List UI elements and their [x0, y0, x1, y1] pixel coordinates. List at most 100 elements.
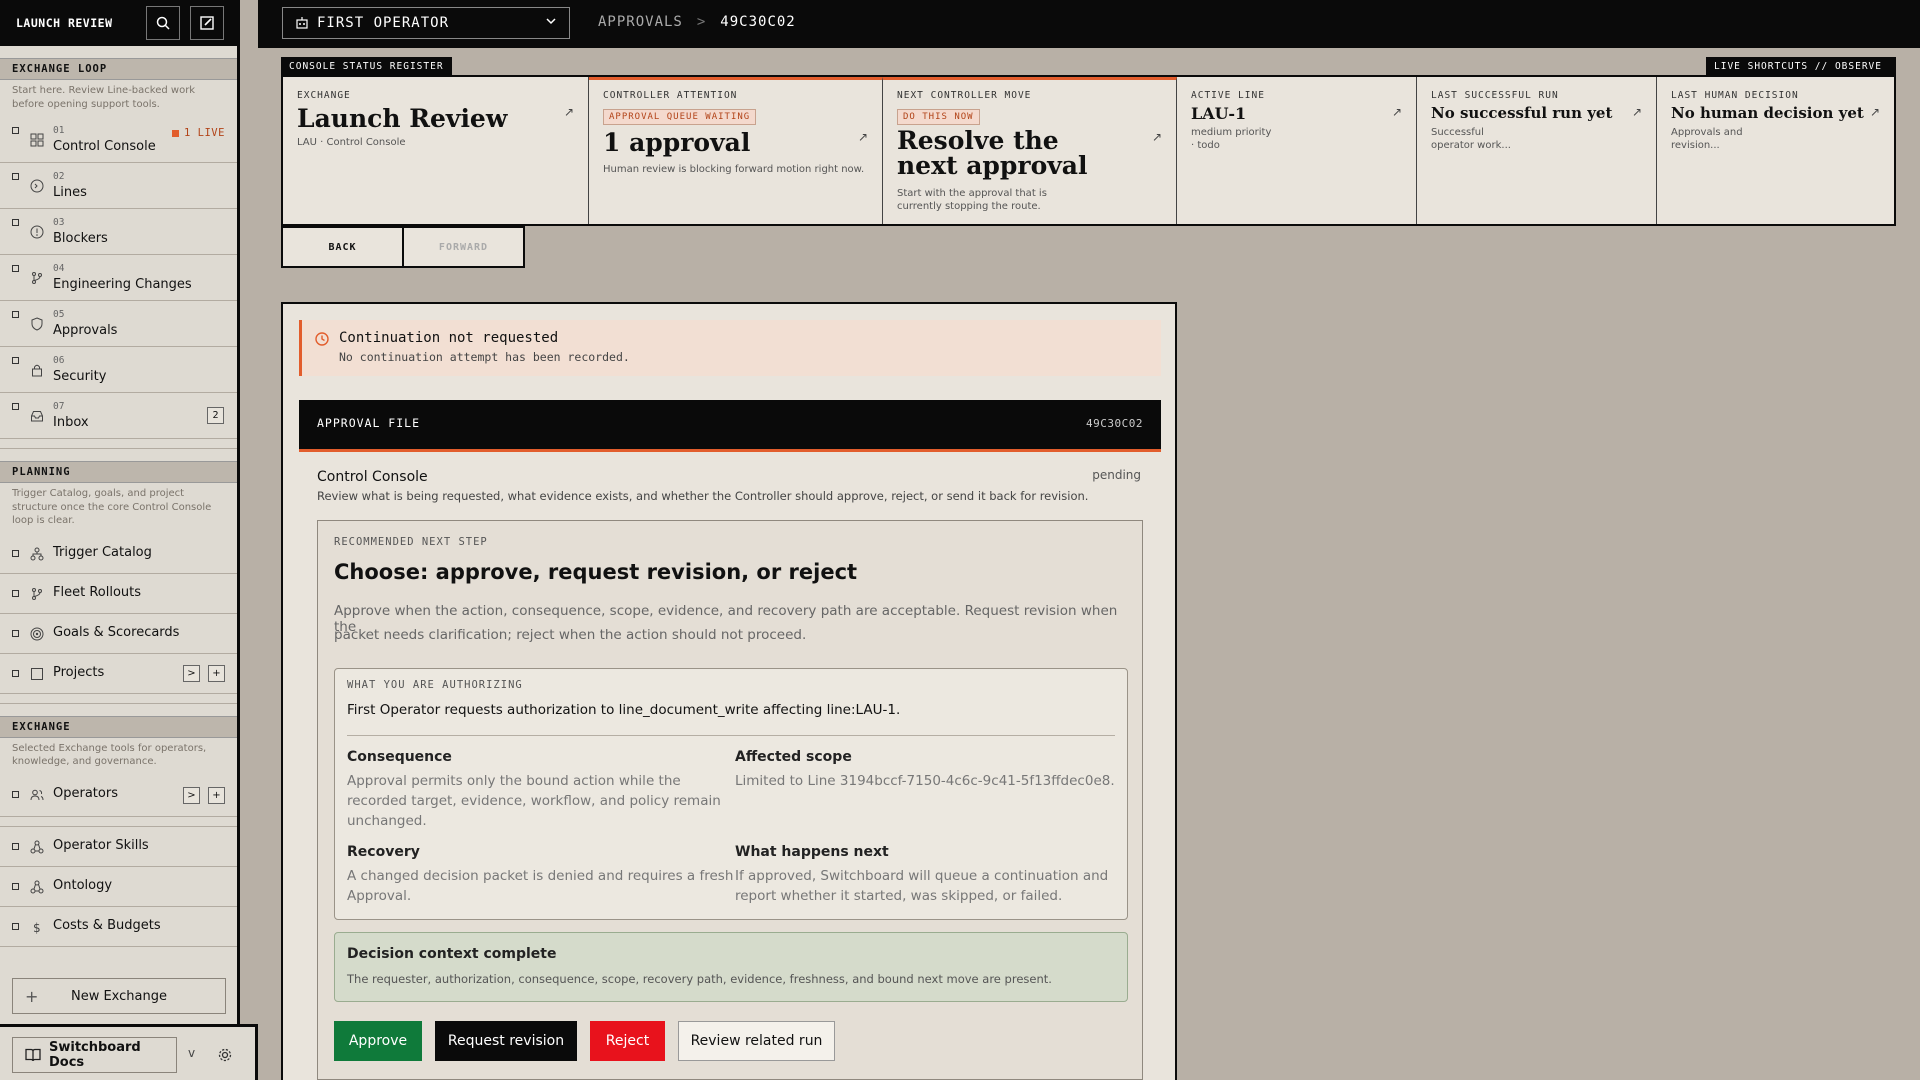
item-number: 07: [53, 401, 65, 412]
operators-expand-button[interactable]: >: [183, 786, 200, 804]
approval-title: Control Console: [317, 469, 428, 485]
clock-icon: [315, 331, 329, 350]
sidebar-item-security[interactable]: 06 Security: [0, 347, 237, 393]
git-branch-icon: [29, 586, 45, 602]
item-label: Goals & Scorecards: [53, 624, 180, 640]
sidebar-item-goals-scorecards[interactable]: Goals & Scorecards: [0, 614, 237, 654]
docs-button[interactable]: Switchboard Docs: [12, 1037, 177, 1073]
new-exchange-button[interactable]: + New Exchange: [12, 978, 226, 1014]
approval-file-header: APPROVAL FILE 49C30C02: [299, 400, 1161, 452]
sidebar-item-control-console[interactable]: 01 Control Console 1 LIVE: [0, 117, 237, 163]
external-arrow-icon: ↗: [1869, 105, 1880, 119]
gear-icon[interactable]: [217, 1047, 233, 1067]
item-number: 05: [53, 309, 65, 320]
search-icon: [156, 16, 170, 30]
square-icon: [29, 666, 45, 682]
sidebar-item-operators[interactable]: Operators > +: [0, 775, 237, 817]
projects-expand-button[interactable]: >: [183, 664, 200, 682]
approval-id: 49C30C02: [1086, 417, 1143, 430]
reject-button[interactable]: Reject: [590, 1021, 665, 1061]
robot-icon: [295, 16, 309, 34]
lock-icon: [29, 362, 45, 378]
book-icon: [25, 1048, 41, 1066]
card-key: LAST SUCCESSFUL RUN: [1431, 90, 1559, 101]
divider: [0, 439, 237, 449]
item-number: 01: [53, 125, 65, 136]
external-arrow-icon: ↗: [857, 130, 868, 144]
recommended-step-card: RECOMMENDED NEXT STEP Choose: approve, r…: [317, 520, 1143, 1080]
console-status-tag: CONSOLE STATUS REGISTER: [281, 57, 452, 75]
card-key: EXCHANGE: [297, 90, 351, 101]
sidebar-item-operator-skills[interactable]: Operator Skills: [0, 827, 237, 867]
operator-selector[interactable]: FIRST OPERATOR: [282, 7, 570, 39]
circle-arrow-icon: [29, 178, 45, 194]
sidebar-item-approvals[interactable]: 05 Approvals: [0, 301, 237, 347]
sidebar-item-lines[interactable]: 02 Lines: [0, 163, 237, 209]
next-line2: report whether it started, was skipped, …: [735, 888, 1063, 904]
operators-add-button[interactable]: +: [208, 786, 225, 804]
card-title-line2: next approval: [897, 151, 1088, 180]
sidebar-item-blockers[interactable]: 03 Blockers: [0, 209, 237, 255]
docs-caret[interactable]: v: [188, 1046, 195, 1060]
back-button[interactable]: BACK: [283, 228, 404, 266]
sidebar-item-trigger-catalog[interactable]: Trigger Catalog: [0, 534, 237, 574]
sidebar-item-projects[interactable]: Projects > +: [0, 654, 237, 694]
live-indicator: [172, 129, 179, 137]
register-last-decision-card[interactable]: LAST HUMAN DECISION No human decision ye…: [1657, 77, 1894, 224]
sidebar-item-engineering-changes[interactable]: 04 Engineering Changes: [0, 255, 237, 301]
approve-button[interactable]: Approve: [334, 1021, 422, 1061]
consequence-line3: unchanged.: [347, 813, 427, 829]
skills-icon: [29, 839, 45, 855]
bullet-square: [12, 173, 19, 180]
section-exchange: EXCHANGE: [0, 715, 237, 738]
bullet-square: [12, 790, 19, 798]
item-label: Blockers: [53, 231, 108, 246]
card-key: NEXT CONTROLLER MOVE: [897, 90, 1032, 101]
bullet-square: [12, 922, 19, 930]
approval-panel: Continuation not requested No continuati…: [281, 302, 1177, 1080]
item-label: Projects: [53, 664, 105, 680]
consequence-line1: Approval permits only the bound action w…: [347, 773, 681, 789]
item-label: Ontology: [53, 877, 113, 893]
edit-icon: [200, 16, 214, 30]
item-label: Approvals: [53, 323, 118, 338]
card-subtitle-line2: currently stopping the route.: [897, 201, 1041, 212]
section-exchange-desc: Selected Exchange tools for operators, k…: [12, 742, 207, 768]
sidebar-item-inbox[interactable]: 07 Inbox 2: [0, 393, 237, 439]
register-attention-card[interactable]: CONTROLLER ATTENTION APPROVAL QUEUE WAIT…: [589, 77, 883, 224]
review-related-run-button[interactable]: Review related run: [678, 1021, 835, 1061]
register-active-line-card[interactable]: ACTIVE LINE LAU-1 ↗ medium priority · to…: [1177, 77, 1417, 224]
section-exchange-loop-desc: Start here. Review Line-backed work befo…: [12, 85, 196, 110]
forward-button[interactable]: FORWARD: [404, 228, 523, 266]
recovery-line2: Approval.: [347, 888, 412, 904]
authorize-kicker: WHAT YOU ARE AUTHORIZING: [347, 679, 523, 691]
ontology-icon: [29, 879, 45, 895]
bullet-square: [12, 629, 19, 637]
status-badge: APPROVAL QUEUE WAITING: [603, 109, 757, 125]
sidebar-item-costs-budgets[interactable]: $ Costs & Budgets: [0, 907, 237, 947]
register-exchange-card[interactable]: EXCHANGE Launch Review ↗ LAU · Control C…: [283, 77, 589, 224]
projects-add-button[interactable]: +: [208, 664, 225, 682]
compose-button[interactable]: [190, 6, 224, 40]
divider: [0, 694, 237, 704]
bullet-square: [12, 403, 19, 410]
users-icon: [29, 787, 45, 803]
live-shortcuts-tag: LIVE SHORTCUTS // OBSERVE: [1706, 57, 1896, 75]
bullet-square: [12, 357, 19, 364]
alert-desc: No continuation attempt has been recorde…: [339, 350, 630, 364]
card-key: ACTIVE LINE: [1191, 90, 1265, 101]
search-button[interactable]: [146, 6, 180, 40]
request-revision-button[interactable]: Request revision: [435, 1021, 577, 1061]
item-number: 04: [53, 263, 65, 274]
live-count: 1 LIVE: [184, 127, 225, 139]
breadcrumb-approvals[interactable]: APPROVALS: [598, 14, 683, 30]
svg-text:$: $: [33, 921, 41, 934]
sidebar-item-ontology[interactable]: Ontology: [0, 867, 237, 907]
sidebar-item-fleet-rollouts[interactable]: Fleet Rollouts: [0, 574, 237, 614]
inbox-icon: [29, 408, 45, 424]
live-badge: 1 LIVE: [172, 127, 225, 139]
register-last-run-card[interactable]: LAST SUCCESSFUL RUN No successful run ye…: [1417, 77, 1657, 224]
breadcrumb: APPROVALS > 49C30C02: [598, 14, 796, 30]
register-next-move-card[interactable]: NEXT CONTROLLER MOVE DO THIS NOW Resolve…: [883, 77, 1177, 224]
external-arrow-icon: ↗: [563, 105, 574, 119]
